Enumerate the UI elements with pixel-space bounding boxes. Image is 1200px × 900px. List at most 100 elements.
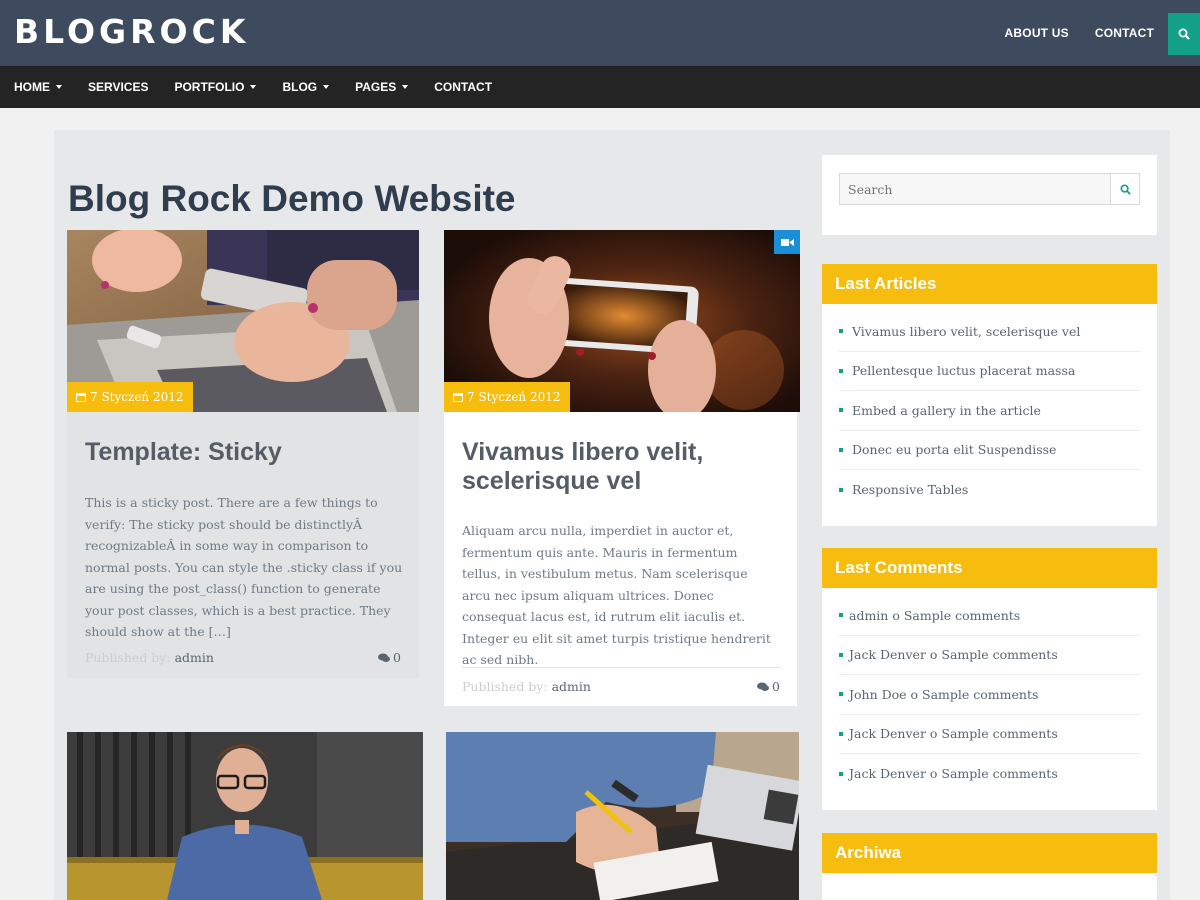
caret-down-icon (402, 85, 409, 89)
list-item[interactable]: Pellentesque luctus placerat massa (839, 352, 1140, 391)
comment-count[interactable]: 0 (757, 679, 780, 694)
search-icon (1178, 28, 1190, 40)
search-widget (822, 155, 1157, 235)
post-card-sticky: 7 Styczeń 2012 Template: Sticky This is … (67, 230, 419, 678)
nav-item-pages[interactable]: PAGES (355, 80, 409, 94)
caret-down-icon (250, 85, 257, 89)
post-card (446, 732, 799, 900)
nav-item-services[interactable]: SERVICES (88, 80, 148, 94)
post-thumbnail[interactable]: 7 Styczeń 2012 (444, 230, 800, 412)
post-author[interactable]: admin (175, 650, 214, 665)
main-navigation: HOME SERVICES PORTFOLIO BLOG PAGES CONTA… (0, 66, 1200, 108)
calendar-icon (453, 393, 463, 402)
bullet-icon (839, 447, 843, 452)
list-item[interactable]: Responsive Tables (839, 470, 1140, 510)
list-item[interactable]: Donec eu porta elit Suspendisse (839, 431, 1140, 470)
caret-down-icon (323, 85, 330, 89)
list-item[interactable]: John Doe o Sample comments (839, 675, 1140, 715)
nav-item-contact[interactable]: CONTACT (434, 80, 492, 94)
post-excerpt: Aliquam arcu nulla, imperdiet in auctor … (462, 523, 771, 667)
bullet-icon (839, 771, 843, 776)
search-button[interactable] (1110, 174, 1139, 204)
bullet-icon (839, 731, 843, 736)
caret-down-icon (56, 85, 62, 89)
post-title[interactable]: Template: Sticky (85, 438, 405, 467)
search-form (839, 173, 1140, 205)
top-link-contact[interactable]: CONTACT (1095, 26, 1154, 40)
post-thumbnail[interactable] (67, 732, 423, 900)
post-card: 7 Styczeń 2012 Vivamus libero velit, sce… (444, 230, 800, 706)
post-title[interactable]: Vivamus libero velit, scelerisque vel (462, 438, 780, 496)
archives-widget: Archiwa (822, 833, 1157, 900)
writing-at-desk-image (446, 732, 799, 900)
list-item[interactable]: Jack Denver o Sample comments (839, 754, 1140, 794)
last-comments-list: admin o Sample comments Jack Denver o Sa… (822, 588, 1157, 794)
post-date: 7 Styczeń 2012 (90, 390, 184, 404)
nav-label: SERVICES (88, 80, 149, 94)
last-articles-widget: Last Articles Vivamus libero velit, scel… (822, 264, 1157, 526)
article-link[interactable]: Responsive Tables (852, 482, 968, 497)
nav-label: CONTACT (434, 80, 493, 94)
bullet-icon (839, 692, 843, 697)
comment-count[interactable]: 0 (378, 650, 401, 665)
header-search-button[interactable] (1168, 13, 1200, 55)
comments-icon (378, 653, 391, 662)
comments-icon (757, 682, 770, 691)
comment-link[interactable]: Jack Denver o Sample comments (849, 647, 1058, 662)
nav-label: PORTFOLIO (174, 80, 245, 94)
published-label: Published by: (462, 679, 548, 694)
post-excerpt: This is a sticky post. There are a few t… (85, 495, 403, 639)
nav-item-portfolio[interactable]: PORTFOLIO (174, 80, 257, 94)
comment-link[interactable]: admin o Sample comments (849, 608, 1020, 623)
post-meta: Published by: admin 0 (462, 667, 780, 705)
list-item[interactable]: Embed a gallery in the article (839, 391, 1140, 431)
top-link-about[interactable]: ABOUT US (1005, 26, 1069, 40)
last-comments-widget: Last Comments admin o Sample comments Ja… (822, 548, 1157, 810)
bullet-icon (839, 613, 843, 618)
list-item[interactable]: Jack Denver o Sample comments (839, 715, 1140, 754)
list-item[interactable]: Vivamus libero velit, scelerisque vel (839, 312, 1140, 352)
post-thumbnail[interactable]: 7 Styczeń 2012 (67, 230, 419, 412)
post-date: 7 Styczeń 2012 (467, 390, 561, 404)
bullet-icon (839, 329, 843, 334)
list-item[interactable]: Jack Denver o Sample comments (839, 636, 1140, 675)
comment-link[interactable]: Jack Denver o Sample comments (849, 726, 1058, 741)
search-icon (1119, 183, 1131, 195)
list-item[interactable]: admin o Sample comments (839, 596, 1140, 636)
bullet-icon (839, 487, 843, 492)
comment-count-value: 0 (393, 650, 401, 665)
calendar-icon (76, 393, 86, 402)
published-label: Published by: (85, 650, 171, 665)
page-title: Blog Rock Demo Website (68, 178, 516, 219)
comment-count-value: 0 (772, 679, 780, 694)
bullet-icon (839, 408, 843, 413)
article-link[interactable]: Embed a gallery in the article (852, 403, 1041, 418)
top-links: ABOUT US CONTACT (1005, 0, 1154, 66)
widget-title: Last Articles (822, 264, 1157, 304)
last-articles-list: Vivamus libero velit, scelerisque vel Pe… (822, 304, 1157, 510)
nav-label: BLOG (282, 80, 318, 94)
post-meta: Published by: admin 0 (85, 638, 401, 676)
post-author[interactable]: admin (552, 679, 591, 694)
comment-link[interactable]: John Doe o Sample comments (849, 687, 1038, 702)
article-link[interactable]: Vivamus libero velit, scelerisque vel (852, 324, 1080, 339)
man-with-glasses-image (67, 732, 423, 900)
video-badge (774, 230, 800, 254)
site-logo[interactable]: BLOGROCK (14, 12, 249, 51)
article-link[interactable]: Donec eu porta elit Suspendisse (852, 442, 1056, 457)
post-thumbnail[interactable] (446, 732, 799, 900)
comment-link[interactable]: Jack Denver o Sample comments (849, 766, 1058, 781)
nav-item-home[interactable]: HOME (14, 80, 62, 94)
search-input[interactable] (840, 174, 1111, 204)
top-header: BLOGROCK ABOUT US CONTACT (0, 0, 1200, 66)
bullet-icon (839, 368, 843, 373)
video-camera-icon (780, 238, 794, 246)
nav-label: PAGES (355, 80, 397, 94)
date-badge: 7 Styczeń 2012 (444, 382, 570, 412)
nav-item-blog[interactable]: BLOG (282, 80, 330, 94)
article-link[interactable]: Pellentesque luctus placerat massa (852, 363, 1075, 378)
widget-title: Archiwa (822, 833, 1157, 873)
nav-label: HOME (14, 80, 50, 94)
bullet-icon (839, 652, 843, 657)
date-badge: 7 Styczeń 2012 (67, 382, 193, 412)
